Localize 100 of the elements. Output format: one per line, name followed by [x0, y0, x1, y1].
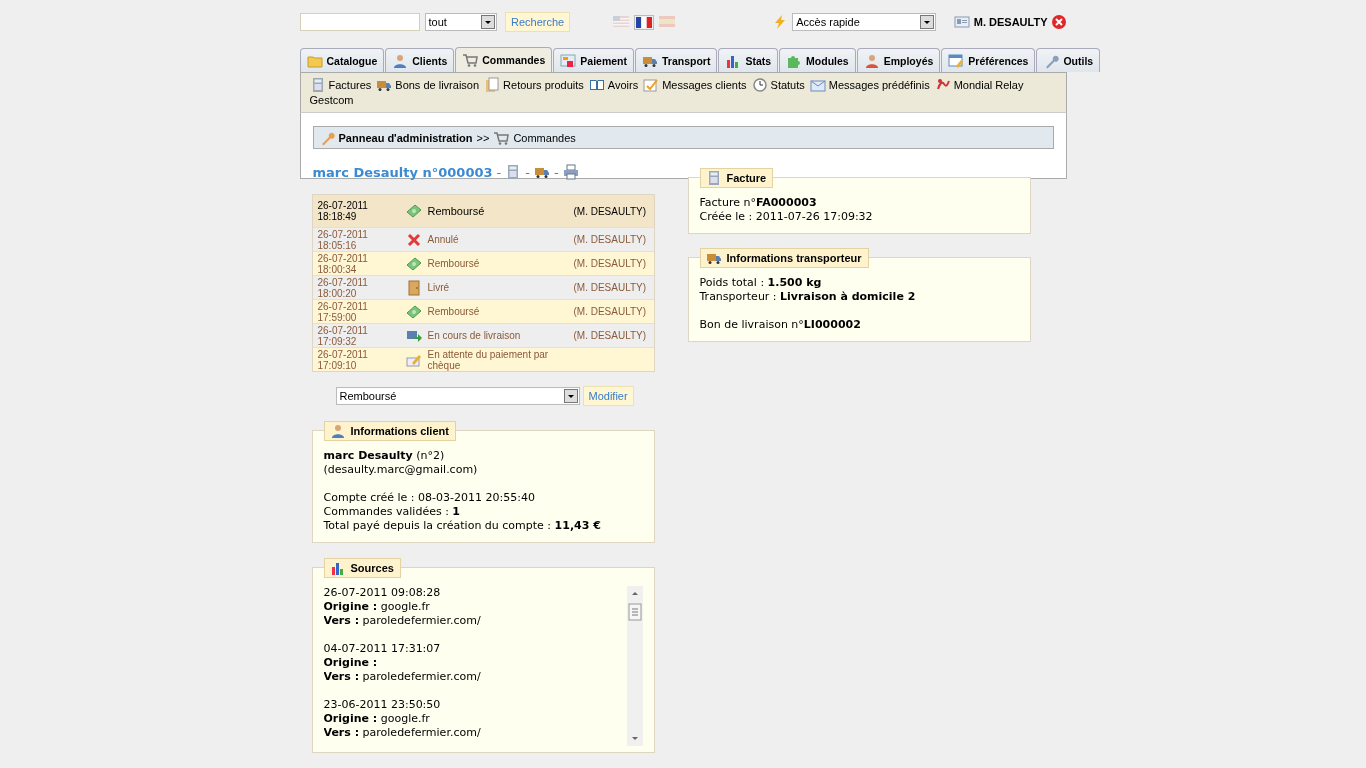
- table-cell-text: 26-07-2011 18:18:49: [316, 200, 369, 222]
- cart-icon: [462, 52, 479, 68]
- nav-tab[interactable]: Modules: [779, 48, 856, 72]
- submenu-link[interactable]: Factures: [309, 77, 372, 93]
- title-separator: -: [553, 164, 559, 180]
- nav-tab[interactable]: Commandes: [455, 47, 553, 72]
- nav-tab[interactable]: Stats: [718, 48, 779, 72]
- submenu-link[interactable]: Gestcom: [309, 93, 354, 108]
- submenu-link[interactable]: Statuts: [751, 77, 805, 93]
- legend-title: Facture: [726, 171, 767, 185]
- table-cell: (M. DESAULTY): [573, 234, 647, 245]
- book-icon: [588, 77, 605, 93]
- submenu-link[interactable]: Messages prédéfinis: [809, 77, 930, 93]
- source-date: 26-07-2011 09:08:28: [323, 586, 442, 600]
- scrollbar[interactable]: [626, 586, 643, 746]
- source-target: Vers : paroledefermier.com/: [323, 670, 481, 684]
- documents-icon: [484, 77, 501, 93]
- nav-tab[interactable]: Catalogue: [299, 48, 385, 72]
- submenu-link[interactable]: Messages clients: [643, 77, 747, 93]
- legend-title: Informations client: [350, 424, 449, 438]
- info-line: Facture n°FA000003: [699, 196, 818, 210]
- info-line: Transporteur : Livraison à domicile 2: [699, 290, 917, 304]
- table-cell: (M. DESAULTY): [573, 205, 647, 217]
- payment-icon: [560, 52, 577, 69]
- table-cell-text: 26-07-2011 18:05:16: [316, 228, 369, 251]
- us-flag-icon[interactable]: [613, 15, 630, 27]
- user-name: M. DESAULTY: [973, 16, 1048, 28]
- table-cell-text: 26-07-2011 17:09:10: [316, 348, 369, 371]
- info-line: Commandes validées : 1: [323, 505, 461, 519]
- client-name: marc Desaulty (n°2): [323, 449, 446, 463]
- legend-title: Informations transporteur: [726, 251, 862, 265]
- info-line: Total payé depuis la création du compte : 11,43 €: [323, 519, 602, 533]
- nav-tab[interactable]: Transport: [635, 48, 718, 72]
- table-cell-text: 26-07-2011 17:59:00: [316, 300, 369, 323]
- nav-tab[interactable]: Outils: [1036, 48, 1101, 72]
- door-icon: [405, 279, 422, 296]
- quick-access-dropdown[interactable]: Accès rapide: [792, 13, 936, 31]
- table-cell-text: En attente du paiement par chèque: [427, 348, 550, 371]
- window-icon: [948, 52, 965, 69]
- clock-icon: [751, 77, 768, 93]
- note-icon: [643, 77, 660, 93]
- info-line: Créée le : 2011-07-26 17:09:32: [699, 210, 874, 224]
- person-icon: [392, 52, 409, 69]
- source-target: Vers : paroledefermier.com/: [323, 614, 481, 628]
- table-cell: (M. DESAULTY): [573, 258, 647, 269]
- france-flag-icon[interactable]: [636, 16, 653, 28]
- search-button[interactable]: Recherche: [505, 12, 571, 32]
- source-target: Vers : paroledefermier.com/: [323, 726, 481, 740]
- person-icon: [863, 52, 880, 69]
- status-dropdown[interactable]: Remboursé: [335, 387, 580, 405]
- nav-tab[interactable]: Préférences: [941, 48, 1036, 72]
- envelope-icon: [809, 77, 826, 93]
- submenu-link[interactable]: Mondial Relay: [934, 77, 1024, 93]
- delivery-slip-line: Bon de livraison n°LI000002: [699, 318, 862, 332]
- submenu-link[interactable]: Bons de livraison: [376, 77, 480, 93]
- search-field[interactable]: [299, 13, 420, 31]
- source-date: 04-07-2011 17:31:07: [323, 642, 442, 656]
- table-cell-text: Livré: [427, 282, 451, 293]
- source-date: 23-06-2011 23:50:50: [323, 698, 442, 712]
- info-line: Poids total : 1.500 kg: [699, 276, 823, 290]
- table-cell-text: Annulé: [427, 234, 460, 245]
- banknote-icon: [405, 303, 422, 320]
- filter-dropdown[interactable]: tout: [424, 13, 497, 31]
- submenu-link[interactable]: Retours produits: [484, 77, 584, 93]
- breadcrumb-current: Commandes: [513, 131, 576, 144]
- nav-tab[interactable]: Employés: [856, 48, 941, 72]
- order-title: marc Desaulty n°000003: [312, 164, 493, 180]
- breadcrumb-separator: >>: [476, 131, 490, 144]
- nav-tab[interactable]: Clients: [385, 48, 455, 72]
- banknote-icon: [405, 203, 422, 219]
- table-cell-text: Remboursé: [427, 205, 486, 217]
- info-line: Compte créé le : 08-03-2011 20:55:40: [323, 491, 536, 505]
- table-cell-text: Remboursé: [427, 306, 481, 317]
- table-cell-text: 26-07-2011 17:09:32: [316, 324, 369, 347]
- table-cell: (M. DESAULTY): [573, 282, 647, 293]
- table-cell-text: Remboursé: [427, 258, 481, 269]
- legend-title: Sources: [350, 561, 394, 575]
- spain-flag-icon[interactable]: [659, 15, 676, 27]
- source-origin: Origine : google.fr: [323, 712, 431, 726]
- bar-chart-icon: [329, 560, 346, 576]
- table-cell: (M. DESAULTY): [573, 330, 647, 341]
- id-card-icon: [953, 14, 970, 30]
- modify-button[interactable]: Modifier: [582, 386, 634, 406]
- cross-icon: [405, 231, 422, 248]
- source-origin: Origine : google.fr: [323, 600, 431, 614]
- table-cell: (M. DESAULTY): [573, 306, 647, 317]
- banknote-icon: [405, 255, 422, 272]
- table-cell-text: En cours de livraison: [427, 330, 522, 341]
- breadcrumb-link[interactable]: Panneau d'administration: [338, 131, 473, 144]
- client-email: (desaulty.marc@gmail.com): [323, 463, 479, 477]
- person-icon: [329, 423, 346, 439]
- submenu-link[interactable]: Avoirs: [588, 77, 639, 93]
- source-origin: Origine :: [323, 656, 379, 670]
- nav-tab[interactable]: Paiement: [553, 48, 634, 72]
- table-cell-text: 26-07-2011 18:00:34: [316, 252, 369, 275]
- title-separator: -: [496, 164, 502, 180]
- close-icon: [1050, 14, 1067, 30]
- table-cell-text: 26-07-2011 18:00:20: [316, 276, 369, 299]
- title-separator: -: [525, 164, 530, 180]
- cart-icon: [493, 129, 510, 146]
